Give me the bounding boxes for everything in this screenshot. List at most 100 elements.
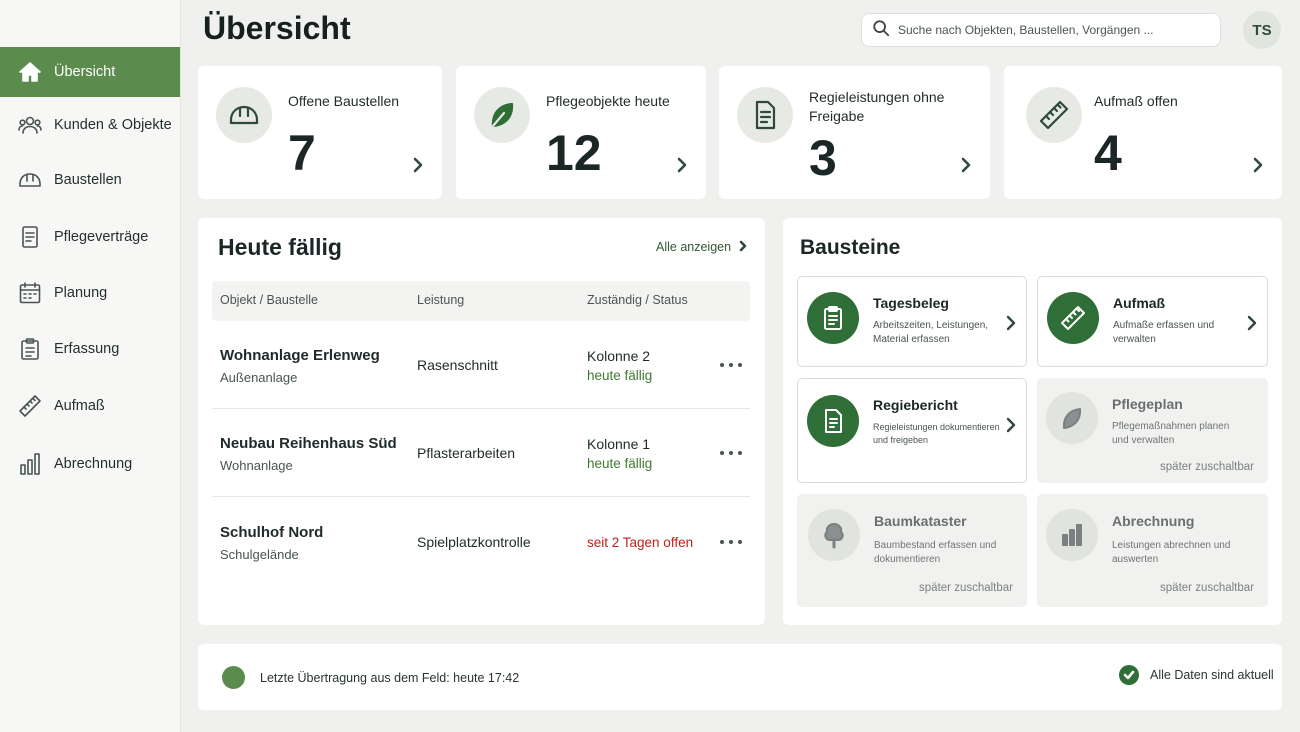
sync-status-bar: Letzte Übertragung aus dem Feld: heute 1… (198, 644, 1282, 710)
stat-label: Aufmaß offen (1094, 93, 1178, 109)
table-row[interactable]: Wohnanlage Erlenweg Außenanlage Rasensch… (212, 321, 750, 409)
sync-indicator-icon (222, 666, 245, 689)
row-subtitle: Schulgelände (220, 547, 299, 562)
leaf-icon (1046, 392, 1098, 444)
chevron-right-icon (1006, 315, 1016, 331)
row-subtitle: Außenanlage (220, 370, 298, 385)
column-header: Leistung (417, 293, 465, 307)
show-all-link[interactable]: Alle anzeigen (656, 240, 751, 254)
module-card-tagesbeleg[interactable]: Tagesbeleg Arbeitszeiten, Leistungen, Ma… (797, 276, 1027, 367)
show-all-label: Alle anzeigen (656, 240, 732, 254)
later-available-label: später zuschaltbar (1160, 461, 1254, 473)
stat-card-regieleistungen[interactable]: Regieleistungen ohne Freigabe 3 (719, 66, 990, 199)
search-box[interactable] (861, 13, 1221, 47)
sidebar-item-abrechnung[interactable]: Abrechnung (0, 439, 180, 489)
module-description: Arbeitszeiten, Leistungen, Material erfa… (873, 320, 989, 345)
column-header: Objekt / Baustelle (220, 293, 318, 307)
module-description: Regieleistungen dokumentieren und freige… (873, 422, 1000, 445)
leaf-icon (474, 87, 530, 143)
module-title: Regiebericht (873, 397, 958, 413)
sidebar-item-label: Erfassung (54, 341, 120, 357)
sidebar-item-erfassung[interactable]: Erfassung (0, 324, 180, 374)
module-description: Leistungen abrechnen und auswerten (1112, 540, 1231, 565)
row-assignee: Kolonne 2 (587, 348, 651, 364)
row-status: heute fällig (587, 456, 653, 471)
users-icon (18, 113, 42, 137)
later-available-label: später zuschaltbar (1160, 582, 1254, 594)
table-row[interactable]: Schulhof Nord Schulgelände Spielplatzkon… (212, 498, 750, 586)
stat-label: Offene Baustellen (288, 93, 400, 109)
sidebar-item-pflegevertraege[interactable]: Pflegeverträge (0, 212, 180, 262)
module-description: Aufmaße erfassen und verwalten (1113, 320, 1215, 345)
module-title: Aufmaß (1113, 295, 1166, 311)
panel-title: Heute fällig (218, 234, 342, 260)
modules-panel: Bausteine Tagesbeleg Arbeitszeiten, Leis… (783, 218, 1282, 625)
chevron-right-icon (412, 156, 424, 174)
chevron-right-icon (1252, 156, 1264, 174)
row-object: Wohnanlage Erlenweg (220, 347, 380, 364)
module-title: Abrechnung (1112, 513, 1195, 529)
sidebar-item-kunden-objekte[interactable]: Kunden & Objekte (0, 100, 180, 150)
sidebar-item-aufmass[interactable]: Aufmaß (0, 381, 180, 431)
ruler-icon (1026, 87, 1082, 143)
sidebar-item-baustellen[interactable]: Baustellen (0, 155, 180, 205)
stat-value: 4 (1094, 125, 1122, 181)
search-input[interactable] (898, 23, 1208, 37)
last-sync-text: Letzte Übertragung aus dem Feld: heute 1… (260, 671, 520, 685)
stat-value: 7 (288, 125, 316, 181)
row-status: heute fällig (587, 368, 653, 383)
ruler-icon (1047, 292, 1099, 344)
panel-title: Bausteine (800, 236, 901, 259)
stat-card-offene-baustellen[interactable]: Offene Baustellen 7 (198, 66, 442, 199)
sidebar-item-label: Baustellen (54, 172, 122, 188)
sidebar-item-label: Kunden & Objekte (54, 117, 172, 133)
sidebar-item-uebersicht[interactable]: Übersicht (0, 47, 180, 97)
row-object: Schulhof Nord (220, 524, 324, 541)
calendar-icon (18, 281, 42, 305)
bar-chart-icon (1046, 509, 1098, 561)
row-service: Pflasterarbeiten (417, 445, 516, 461)
stat-label: Pflegeobjekte heute (546, 93, 670, 109)
sidebar-item-planung[interactable]: Planung (0, 268, 180, 318)
module-title: Tagesbeleg (873, 295, 949, 311)
clipboard-icon (807, 292, 859, 344)
document-icon (18, 225, 42, 249)
sidebar-item-label: Übersicht (54, 64, 116, 80)
avatar[interactable]: TS (1243, 11, 1281, 49)
row-service: Spielplatzkontrolle (417, 534, 531, 550)
check-icon (1119, 665, 1139, 685)
chevron-right-icon (1006, 417, 1016, 433)
module-card-pflegeplan: Pflegeplan Pflegemaßnahmen planen und ve… (1037, 378, 1268, 483)
stat-card-pflegeobjekte-heute[interactable]: Pflegeobjekte heute 12 (456, 66, 706, 199)
later-available-label: später zuschaltbar (919, 582, 1013, 594)
ruler-icon (18, 394, 42, 418)
more-options-icon[interactable] (720, 357, 742, 373)
chevron-right-icon (960, 156, 972, 174)
module-card-regiebericht[interactable]: Regiebericht Regieleistungen dokumentier… (797, 378, 1027, 483)
stat-value: 12 (546, 125, 602, 181)
table-row[interactable]: Neubau Reihenhaus Süd Wohnanlage Pflaste… (212, 409, 750, 497)
row-service: Rasenschnitt (417, 357, 498, 373)
sidebar-item-label: Planung (54, 285, 108, 301)
more-options-icon[interactable] (720, 445, 742, 461)
stat-card-aufmass-offen[interactable]: Aufmaß offen 4 (1004, 66, 1282, 199)
sync-status-text: Alle Daten sind aktuell (1150, 668, 1274, 682)
module-description: Pflegemaßnahmen planen und verwalten (1112, 421, 1230, 446)
sidebar-item-label: Pflegeverträge (54, 229, 149, 245)
hardhat-icon (18, 168, 42, 192)
module-card-aufmass[interactable]: Aufmaß Aufmaße erfassen und verwalten (1037, 276, 1268, 367)
row-object: Neubau Reihenhaus Süd (220, 435, 397, 452)
sidebar: Übersicht Kunden & Objekte Baustellen Pf… (0, 0, 181, 732)
due-today-panel: Heute fällig Alle anzeigen Objekt / Baus… (198, 218, 765, 625)
hardhat-icon (216, 87, 272, 143)
more-options-icon[interactable] (720, 534, 742, 550)
bar-chart-icon (18, 452, 42, 476)
stat-label: Regieleistungen ohne Freigabe (809, 89, 945, 124)
home-icon (18, 60, 42, 84)
table-header: Objekt / Baustelle Leistung Zuständig / … (212, 281, 750, 321)
chevron-right-icon (1247, 315, 1257, 331)
sidebar-item-label: Abrechnung (54, 456, 133, 472)
document-icon (807, 395, 859, 447)
column-header: Zuständig / Status (587, 293, 688, 307)
stat-value: 3 (809, 130, 837, 186)
